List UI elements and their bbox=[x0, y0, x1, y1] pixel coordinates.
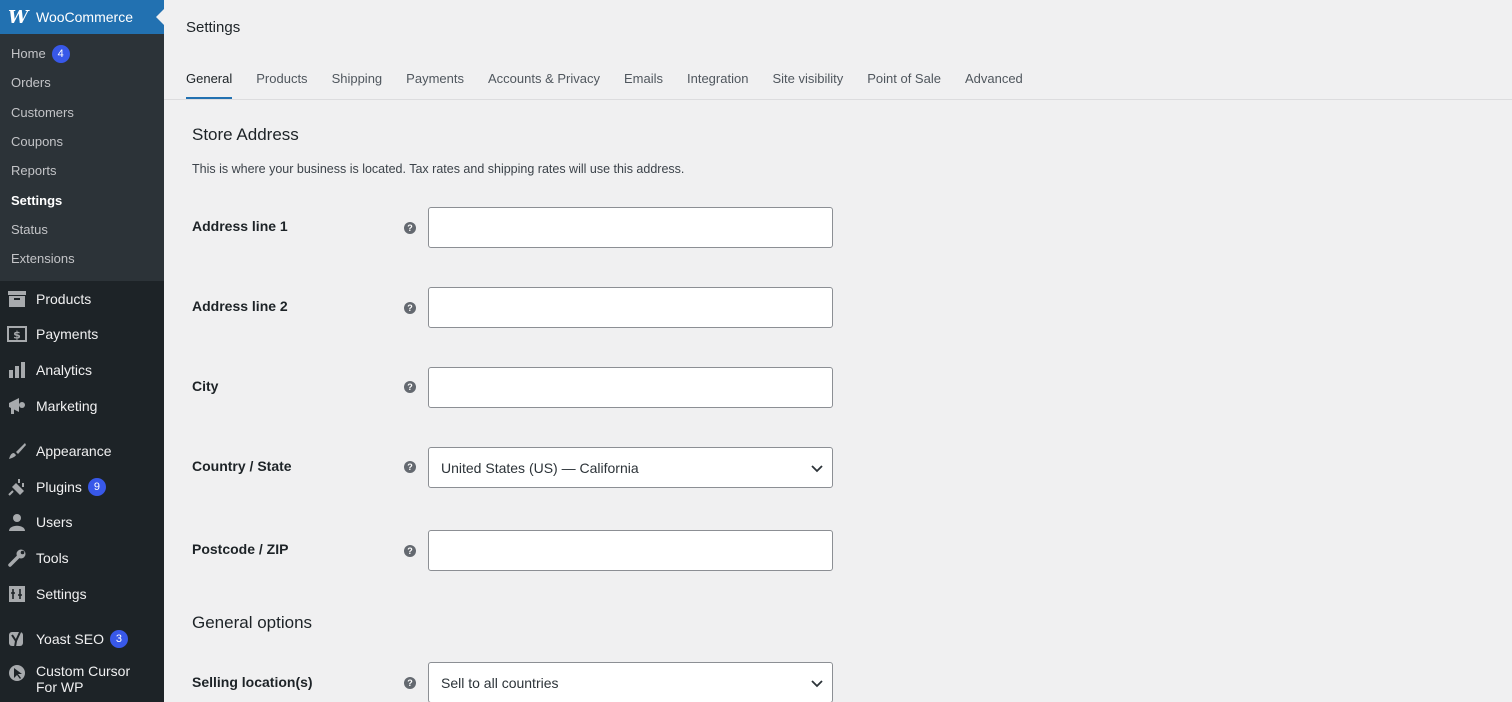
sidebar-item-label: Yoast SEO bbox=[36, 631, 104, 648]
page-title: Settings bbox=[186, 19, 241, 36]
sidebar-item-label: Payments bbox=[36, 326, 99, 343]
woocommerce-submenu: Home 4 Orders Customers Coupons Reports … bbox=[0, 34, 164, 281]
archive-icon bbox=[7, 289, 27, 309]
plugins-update-badge: 9 bbox=[87, 477, 106, 496]
sidebar-item-analytics[interactable]: Analytics bbox=[0, 352, 164, 388]
sidebar-item-label: Custom Cursor For WP bbox=[36, 662, 131, 695]
sidebar-item-users[interactable]: Users bbox=[0, 505, 164, 541]
submenu-item-label: Customers bbox=[11, 104, 74, 120]
sidebar-item-label: WooCommerce bbox=[36, 9, 133, 25]
sidebar-item-label: Plugins bbox=[36, 478, 82, 495]
submenu-item-label: Extensions bbox=[11, 251, 75, 267]
submenu-item-orders[interactable]: Orders bbox=[0, 68, 164, 97]
sidebar-item-label: Marketing bbox=[36, 397, 98, 414]
help-icon[interactable]: ? bbox=[404, 222, 416, 234]
tab-accounts-privacy[interactable]: Accounts & Privacy bbox=[488, 69, 600, 99]
country-state-value: United States (US) — California bbox=[441, 459, 639, 476]
admin-sidebar: W WooCommerce Home 4 Orders Customers Co… bbox=[0, 0, 164, 702]
settings-tabs: General Products Shipping Payments Accou… bbox=[186, 69, 1047, 99]
submenu-item-extensions[interactable]: Extensions bbox=[0, 244, 164, 273]
submenu-item-home[interactable]: Home 4 bbox=[0, 39, 164, 68]
settings-icon bbox=[7, 584, 27, 604]
submenu-item-settings[interactable]: Settings bbox=[0, 185, 164, 214]
help-icon[interactable]: ? bbox=[404, 381, 416, 393]
help-icon[interactable]: ? bbox=[404, 461, 416, 473]
dollar-icon: $ bbox=[7, 324, 27, 344]
general-options-heading: General options bbox=[192, 613, 313, 632]
submenu-item-status[interactable]: Status bbox=[0, 215, 164, 244]
sidebar-item-label: Analytics bbox=[36, 361, 93, 378]
submenu-item-reports[interactable]: Reports bbox=[0, 156, 164, 185]
tab-payments[interactable]: Payments bbox=[406, 69, 464, 99]
brush-icon bbox=[7, 441, 27, 461]
sidebar-item-label: Products bbox=[36, 290, 92, 307]
tab-site-visibility[interactable]: Site visibility bbox=[772, 69, 843, 99]
submenu-item-label: Home bbox=[11, 46, 46, 62]
tab-shipping[interactable]: Shipping bbox=[332, 69, 383, 99]
sidebar-item-products[interactable]: Products bbox=[0, 281, 164, 317]
tab-integration[interactable]: Integration bbox=[687, 69, 748, 99]
yoast-notification-badge: 3 bbox=[109, 630, 128, 649]
yoast-icon bbox=[7, 629, 27, 649]
address-line-1-label: Address line 1 bbox=[192, 218, 288, 234]
sidebar-item-appearance[interactable]: Appearance bbox=[0, 433, 164, 469]
sidebar-item-label: Settings bbox=[36, 585, 87, 602]
city-label: City bbox=[192, 378, 219, 394]
selling-location-select[interactable]: Sell to all countries bbox=[428, 662, 833, 702]
tab-products[interactable]: Products bbox=[256, 69, 307, 99]
city-input[interactable] bbox=[428, 367, 833, 408]
chevron-down-icon bbox=[810, 676, 824, 693]
sidebar-item-label: Users bbox=[36, 514, 73, 531]
store-address-description: This is where your business is located. … bbox=[192, 162, 685, 176]
submenu-item-label: Reports bbox=[11, 163, 57, 179]
selling-location-value: Sell to all countries bbox=[441, 674, 559, 691]
address-line-2-input[interactable] bbox=[428, 287, 833, 328]
postcode-input[interactable] bbox=[428, 530, 833, 571]
tab-emails[interactable]: Emails bbox=[624, 69, 663, 99]
help-icon[interactable]: ? bbox=[404, 677, 416, 689]
tab-divider bbox=[164, 99, 1512, 100]
submenu-item-customers[interactable]: Customers bbox=[0, 98, 164, 127]
sidebar-item-label: Appearance bbox=[36, 443, 112, 460]
store-address-heading: Store Address bbox=[192, 125, 299, 144]
svg-text:$: $ bbox=[13, 329, 21, 342]
chevron-down-icon bbox=[810, 461, 824, 478]
submenu-item-label: Settings bbox=[11, 192, 63, 208]
submenu-item-label: Orders bbox=[11, 75, 51, 91]
tab-point-of-sale[interactable]: Point of Sale bbox=[867, 69, 941, 99]
current-menu-arrow bbox=[156, 9, 164, 25]
help-icon[interactable]: ? bbox=[404, 302, 416, 314]
tab-advanced[interactable]: Advanced bbox=[965, 69, 1023, 99]
address-line-2-label: Address line 2 bbox=[192, 298, 288, 314]
sidebar-item-yoast-seo[interactable]: Yoast SEO 3 bbox=[0, 621, 164, 657]
user-icon bbox=[7, 512, 27, 532]
postcode-label: Postcode / ZIP bbox=[192, 541, 289, 557]
submenu-item-label: Status bbox=[11, 221, 48, 237]
bar-chart-icon bbox=[7, 360, 27, 380]
sidebar-item-woocommerce[interactable]: W WooCommerce bbox=[0, 0, 164, 34]
woocommerce-logo-icon: W bbox=[8, 6, 29, 28]
sidebar-item-marketing[interactable]: Marketing bbox=[0, 388, 164, 424]
megaphone-icon bbox=[7, 396, 27, 416]
home-count-badge: 4 bbox=[51, 44, 70, 63]
sidebar-item-custom-cursor[interactable]: Custom Cursor For WP bbox=[0, 657, 164, 702]
sidebar-item-payments[interactable]: $ Payments bbox=[0, 317, 164, 353]
wrench-icon bbox=[7, 548, 27, 568]
sidebar-item-settings[interactable]: Settings bbox=[0, 576, 164, 612]
cursor-icon bbox=[7, 663, 27, 683]
tab-general[interactable]: General bbox=[186, 69, 233, 99]
submenu-item-label: Coupons bbox=[11, 134, 64, 150]
menu-separator bbox=[0, 423, 164, 433]
plug-icon bbox=[7, 477, 27, 497]
country-state-label: Country / State bbox=[192, 458, 292, 474]
address-line-1-input[interactable] bbox=[428, 207, 833, 248]
sidebar-item-label: Tools bbox=[36, 549, 69, 566]
menu-separator bbox=[0, 611, 164, 621]
sidebar-item-plugins[interactable]: Plugins 9 bbox=[0, 469, 164, 505]
selling-location-label: Selling location(s) bbox=[192, 674, 313, 690]
help-icon[interactable]: ? bbox=[404, 545, 416, 557]
country-state-select[interactable]: United States (US) — California bbox=[428, 447, 833, 488]
sidebar-item-tools[interactable]: Tools bbox=[0, 540, 164, 576]
submenu-item-coupons[interactable]: Coupons bbox=[0, 127, 164, 156]
